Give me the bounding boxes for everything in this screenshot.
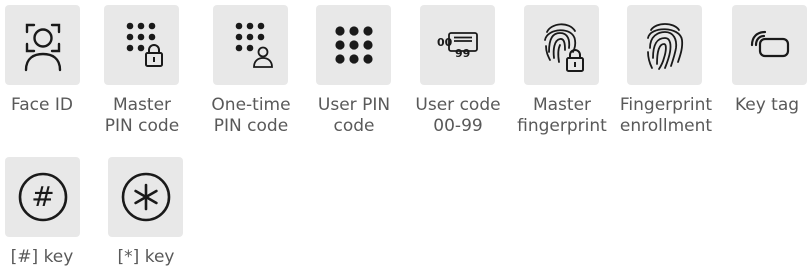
star-key-icon	[121, 172, 170, 222]
hash-key-label: [#] key	[10, 247, 74, 267]
star-key-label: [*] key	[117, 247, 175, 267]
user-code-00-99-label: User code 00-99	[415, 95, 501, 136]
user-pin-code-tile	[316, 5, 391, 85]
master-pin-code-tile	[104, 5, 179, 85]
one-time-pin-code-tile	[213, 5, 288, 85]
user-code-00-99-icon: 00 99	[437, 32, 478, 60]
fingerprint-enrollment-tile	[627, 5, 702, 85]
hash-key-tile: #	[5, 157, 80, 237]
fingerprint-enrollment-icon	[646, 23, 683, 70]
star-key-tile	[108, 157, 183, 237]
face-id-icon	[24, 23, 61, 72]
master-fingerprint-tile	[524, 5, 599, 85]
user-pin-code-icon	[334, 26, 373, 64]
hash-key-icon: #	[18, 172, 67, 222]
master-fingerprint-icon	[543, 23, 584, 72]
one-time-pin-code-label: One-time PIN code	[211, 95, 291, 136]
user-pin-code-label: User PIN code	[317, 95, 391, 136]
master-fingerprint-label: Master fingerprint	[517, 95, 607, 136]
master-pin-code-icon	[126, 22, 163, 67]
user-code-00-99-tile: 00 99	[420, 5, 495, 85]
one-time-pin-code-icon	[235, 22, 273, 68]
face-id-tile	[5, 5, 80, 85]
face-id-label: Face ID	[11, 95, 73, 115]
key-tag-label: Key tag	[734, 95, 800, 115]
key-tag-tile	[732, 5, 807, 85]
fingerprint-enrollment-label: Fingerprint enrollment	[619, 95, 713, 136]
key-tag-icon	[750, 30, 789, 58]
master-pin-code-label: Master PIN code	[104, 95, 180, 136]
svg-text:#: #	[31, 180, 54, 213]
svg-text:00: 00	[437, 36, 453, 49]
svg-text:99: 99	[455, 47, 470, 60]
